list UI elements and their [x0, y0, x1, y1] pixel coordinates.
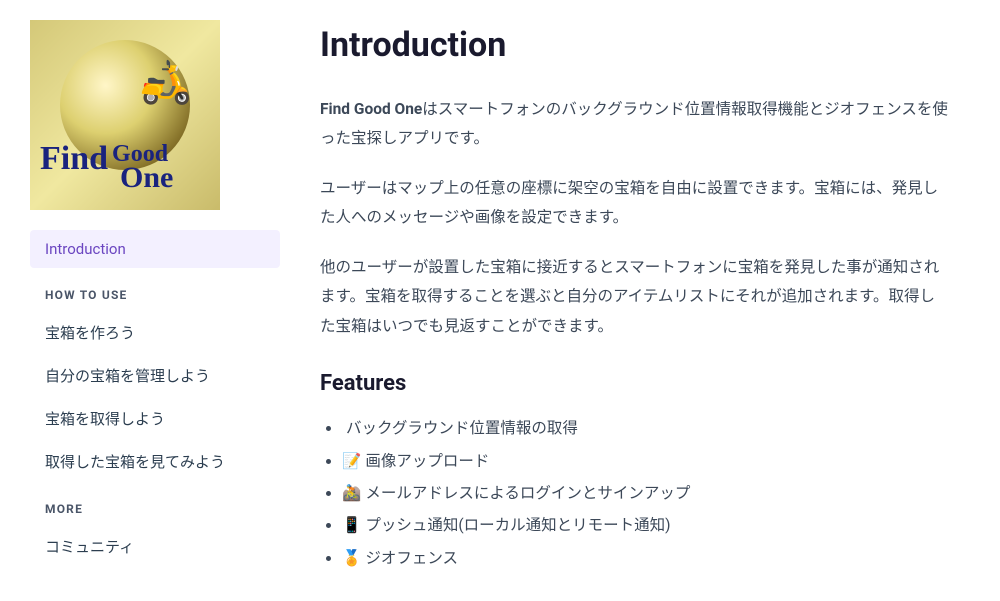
feature-text: ジオフェンス [365, 549, 458, 567]
sidebar-item-manage[interactable]: 自分の宝箱を管理しよう [30, 355, 280, 396]
app-name: Find Good One [320, 100, 422, 118]
sidebar-header-more: MORE [30, 484, 280, 524]
sidebar-item-create[interactable]: 宝箱を作ろう [30, 312, 280, 353]
logo-scooter-icon: 🛵 [140, 58, 192, 107]
logo[interactable]: 🛵 FindGoodOne [30, 20, 220, 210]
note-icon: 📝 [342, 452, 361, 470]
paragraph-3: 他のユーザーが設置した宝箱に接近するとスマートフォンに宝箱を発見した事が通知され… [320, 253, 950, 341]
feature-text: プッシュ通知(ローカル通知とリモート通知) [365, 516, 670, 534]
sidebar-item-community[interactable]: コミュニティ [30, 526, 280, 567]
feature-item: 🏅ジオフェンス [342, 544, 950, 573]
feature-item: 📱プッシュ通知(ローカル通知とリモート通知) [342, 511, 950, 540]
phone-icon: 📱 [342, 516, 361, 534]
sidebar-header-howto: HOW TO USE [30, 270, 280, 310]
sidebar: 🛵 FindGoodOne Introduction HOW TO USE 宝箱… [0, 0, 280, 601]
feature-text: 画像アップロード [365, 452, 489, 470]
feature-item: バックグラウンド位置情報の取得 [342, 414, 950, 443]
features-list: バックグラウンド位置情報の取得 📝画像アップロード 🚵メールアドレスによるログイ… [320, 414, 950, 573]
bike-icon: 🚵 [342, 484, 361, 502]
paragraph-2: ユーザーはマップ上の任意の座標に架空の宝箱を自由に設置できます。宝箱には、発見し… [320, 174, 950, 233]
main-content: Introduction Find Good Oneはスマートフォンのバックグラ… [280, 0, 1000, 601]
feature-item: 📝画像アップロード [342, 447, 950, 476]
feature-text: バックグラウンド位置情報の取得 [346, 419, 578, 437]
medal-icon: 🏅 [342, 549, 361, 567]
feature-item: 🚵メールアドレスによるログインとサインアップ [342, 479, 950, 508]
intro-paragraph: Find Good Oneはスマートフォンのバックグラウンド位置情報取得機能とジ… [320, 95, 950, 154]
sidebar-item-view[interactable]: 取得した宝箱を見てみよう [30, 441, 280, 482]
sidebar-item-get[interactable]: 宝箱を取得しよう [30, 398, 280, 439]
features-heading: Features [320, 371, 950, 396]
page-title: Introduction [320, 25, 950, 65]
logo-text: FindGoodOne [40, 145, 173, 190]
sidebar-item-introduction[interactable]: Introduction [30, 230, 280, 268]
feature-text: メールアドレスによるログインとサインアップ [365, 484, 690, 502]
